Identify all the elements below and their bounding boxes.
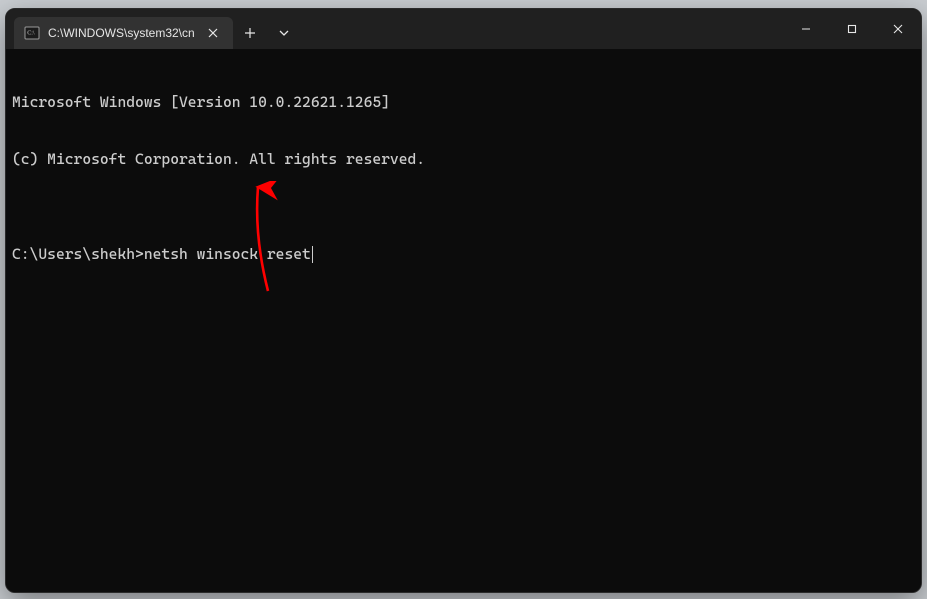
- annotation-arrow: [244, 181, 284, 301]
- chevron-down-icon: [279, 28, 289, 38]
- plus-icon: [244, 27, 256, 39]
- close-button[interactable]: [875, 9, 921, 49]
- tab-dropdown-button[interactable]: [267, 17, 301, 49]
- close-icon: [208, 28, 218, 38]
- window-controls: [783, 9, 921, 49]
- svg-text:C:\: C:\: [27, 31, 35, 37]
- minimize-button[interactable]: [783, 9, 829, 49]
- terminal-window: C:\ C:\WINDOWS\system32\cn: [5, 8, 922, 593]
- close-icon: [893, 24, 903, 34]
- terminal-line: (c) Microsoft Corporation. All rights re…: [12, 150, 917, 169]
- new-tab-button[interactable]: [233, 17, 267, 49]
- desktop: C:\ C:\WINDOWS\system32\cn: [0, 0, 927, 599]
- prompt-path: C:\Users\shekh>: [12, 245, 144, 264]
- tab-strip: C:\ C:\WINDOWS\system32\cn: [6, 9, 301, 49]
- cmd-icon: C:\: [24, 25, 40, 41]
- titlebar-drag-region[interactable]: [301, 9, 783, 49]
- tab-active[interactable]: C:\ C:\WINDOWS\system32\cn: [14, 17, 233, 49]
- terminal-body[interactable]: Microsoft Windows [Version 10.0.22621.12…: [6, 49, 921, 592]
- text-cursor: [312, 246, 313, 263]
- tab-title: C:\WINDOWS\system32\cn: [48, 26, 195, 40]
- minimize-icon: [801, 24, 811, 34]
- maximize-icon: [847, 24, 857, 34]
- titlebar[interactable]: C:\ C:\WINDOWS\system32\cn: [6, 9, 921, 49]
- maximize-button[interactable]: [829, 9, 875, 49]
- terminal-line: Microsoft Windows [Version 10.0.22621.12…: [12, 93, 917, 112]
- command-text: netsh winsock reset: [144, 245, 311, 264]
- tab-close-button[interactable]: [203, 23, 223, 43]
